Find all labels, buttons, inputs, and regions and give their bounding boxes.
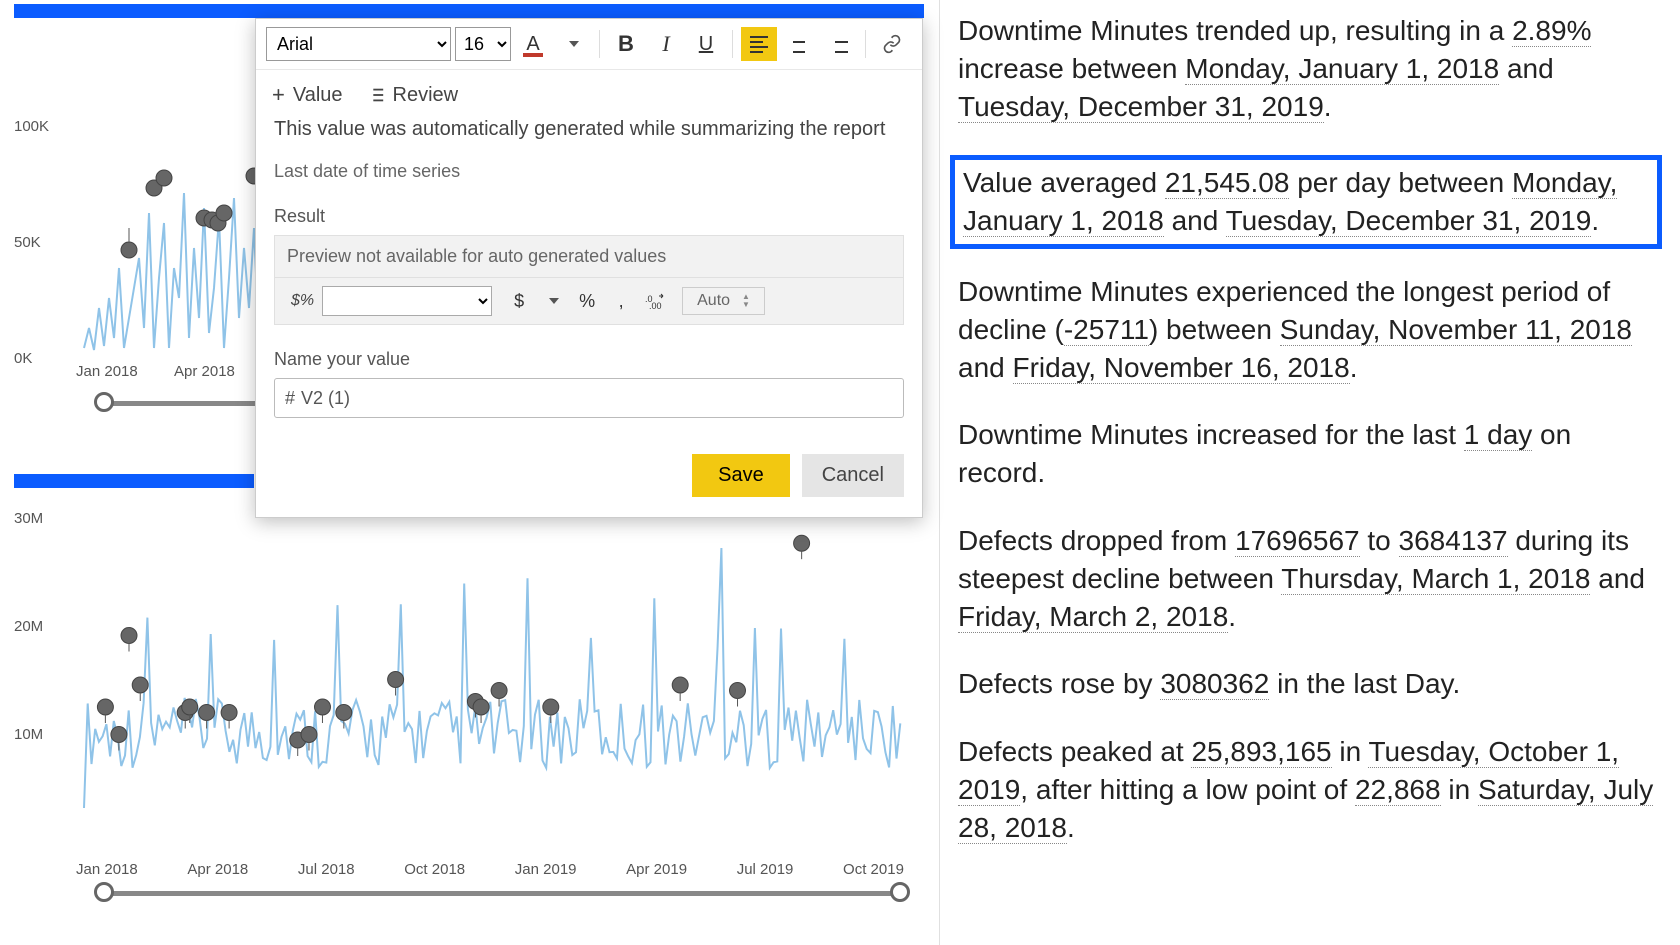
y-axis-label: 30M: [14, 510, 43, 527]
y-axis-label: 100K: [14, 118, 49, 135]
font-size-select[interactable]: 16: [455, 27, 511, 61]
x-axis-label: Oct 2019: [843, 861, 904, 878]
summary-paragraph: Defects peaked at 25,893,165 in Tuesday,…: [958, 733, 1662, 846]
format-select[interactable]: [322, 286, 492, 316]
cancel-button[interactable]: Cancel: [802, 454, 904, 497]
format-prefix-icon: $%: [291, 292, 314, 310]
number-format-toolbar: $% $ % , .0.00 Auto ▲▼: [274, 278, 904, 325]
tab-review[interactable]: Review: [367, 84, 459, 107]
x-axis-label: Apr 2018: [174, 363, 235, 380]
chart-svg: [14, 488, 924, 848]
plus-icon: +: [272, 82, 285, 108]
italic-button[interactable]: I: [648, 27, 684, 61]
tab-value[interactable]: +Value: [272, 82, 343, 108]
dialog-tabs: +Value Review: [256, 70, 922, 118]
value-editor-dialog: Arial 16 A B I U +Value Review: [255, 18, 923, 518]
selected-summary-box[interactable]: Value averaged 21,545.08 per day between…: [950, 155, 1662, 249]
value-subtitle: Last date of time series: [274, 161, 904, 182]
summary-paragraph: Defects rose by 3080362 in the last Day.: [958, 665, 1662, 703]
align-right-button[interactable]: [821, 27, 857, 61]
x-axis-label: Jan 2018: [76, 363, 138, 380]
percent-button[interactable]: %: [570, 286, 604, 316]
slider-knob-left[interactable]: [94, 882, 114, 902]
left-panel: 100K 50K 0K: [0, 0, 940, 945]
thousands-button[interactable]: ,: [604, 286, 638, 316]
summary-paragraph: Defects dropped from 17696567 to 3684137…: [958, 522, 1662, 635]
text-format-toolbar: Arial 16 A B I U: [256, 19, 922, 70]
insert-link-button[interactable]: [874, 27, 910, 61]
chart-title-bar: [14, 474, 254, 488]
spinner-icon: ▲▼: [742, 293, 750, 309]
y-axis-label: 0K: [14, 350, 32, 367]
x-axis-label: Jul 2019: [737, 861, 794, 878]
font-color-button[interactable]: A: [515, 27, 551, 61]
x-axis-label: Apr 2019: [626, 861, 687, 878]
narrative-panel: Downtime Minutes trended up, resulting i…: [940, 0, 1680, 945]
currency-button[interactable]: $: [502, 286, 536, 316]
chart-title-bar: [14, 4, 924, 18]
hash-icon: #: [285, 388, 295, 409]
x-axis-label: Apr 2018: [187, 861, 248, 878]
y-axis-label: 10M: [14, 726, 43, 743]
list-icon: [367, 86, 385, 104]
result-label: Result: [274, 206, 904, 227]
auto-decimal-box[interactable]: Auto ▲▼: [682, 287, 765, 315]
underline-button[interactable]: U: [688, 27, 724, 61]
summary-paragraph: Downtime Minutes trended up, resulting i…: [958, 12, 1662, 125]
x-axis-label: Jan 2019: [515, 861, 577, 878]
font-family-select[interactable]: Arial: [266, 27, 451, 61]
x-axis-label: Jan 2018: [76, 861, 138, 878]
decimal-icon: .0.00: [645, 292, 665, 310]
summary-paragraph: Value averaged 21,545.08 per day between…: [963, 164, 1649, 240]
summary-paragraph: Downtime Minutes increased for the last …: [958, 416, 1662, 492]
bold-button[interactable]: B: [608, 27, 644, 61]
summary-paragraph: Downtime Minutes experienced the longest…: [958, 273, 1662, 386]
value-name-input[interactable]: # V2 (1): [274, 378, 904, 418]
align-left-button[interactable]: [741, 27, 777, 61]
currency-chevron[interactable]: [536, 286, 570, 316]
x-axis-label: Jul 2018: [298, 861, 355, 878]
slider-knob-right[interactable]: [890, 882, 910, 902]
chart-range-slider[interactable]: [100, 882, 904, 902]
y-axis-label: 50K: [14, 234, 41, 251]
svg-text:.00: .00: [649, 301, 662, 310]
font-color-chevron[interactable]: [555, 27, 591, 61]
align-center-button[interactable]: [781, 27, 817, 61]
name-label: Name your value: [274, 349, 904, 370]
decimal-button[interactable]: .0.00: [638, 286, 672, 316]
dialog-description: This value was automatically generated w…: [274, 118, 904, 141]
save-button[interactable]: Save: [692, 454, 790, 497]
chart-defects: 30M 20M 10M Jan 2018 Apr 2018 Jul 2018 O…: [14, 474, 924, 914]
slider-knob-left[interactable]: [94, 392, 114, 412]
y-axis-label: 20M: [14, 618, 43, 635]
result-preview: Preview not available for auto generated…: [274, 235, 904, 278]
x-axis-label: Oct 2018: [404, 861, 465, 878]
